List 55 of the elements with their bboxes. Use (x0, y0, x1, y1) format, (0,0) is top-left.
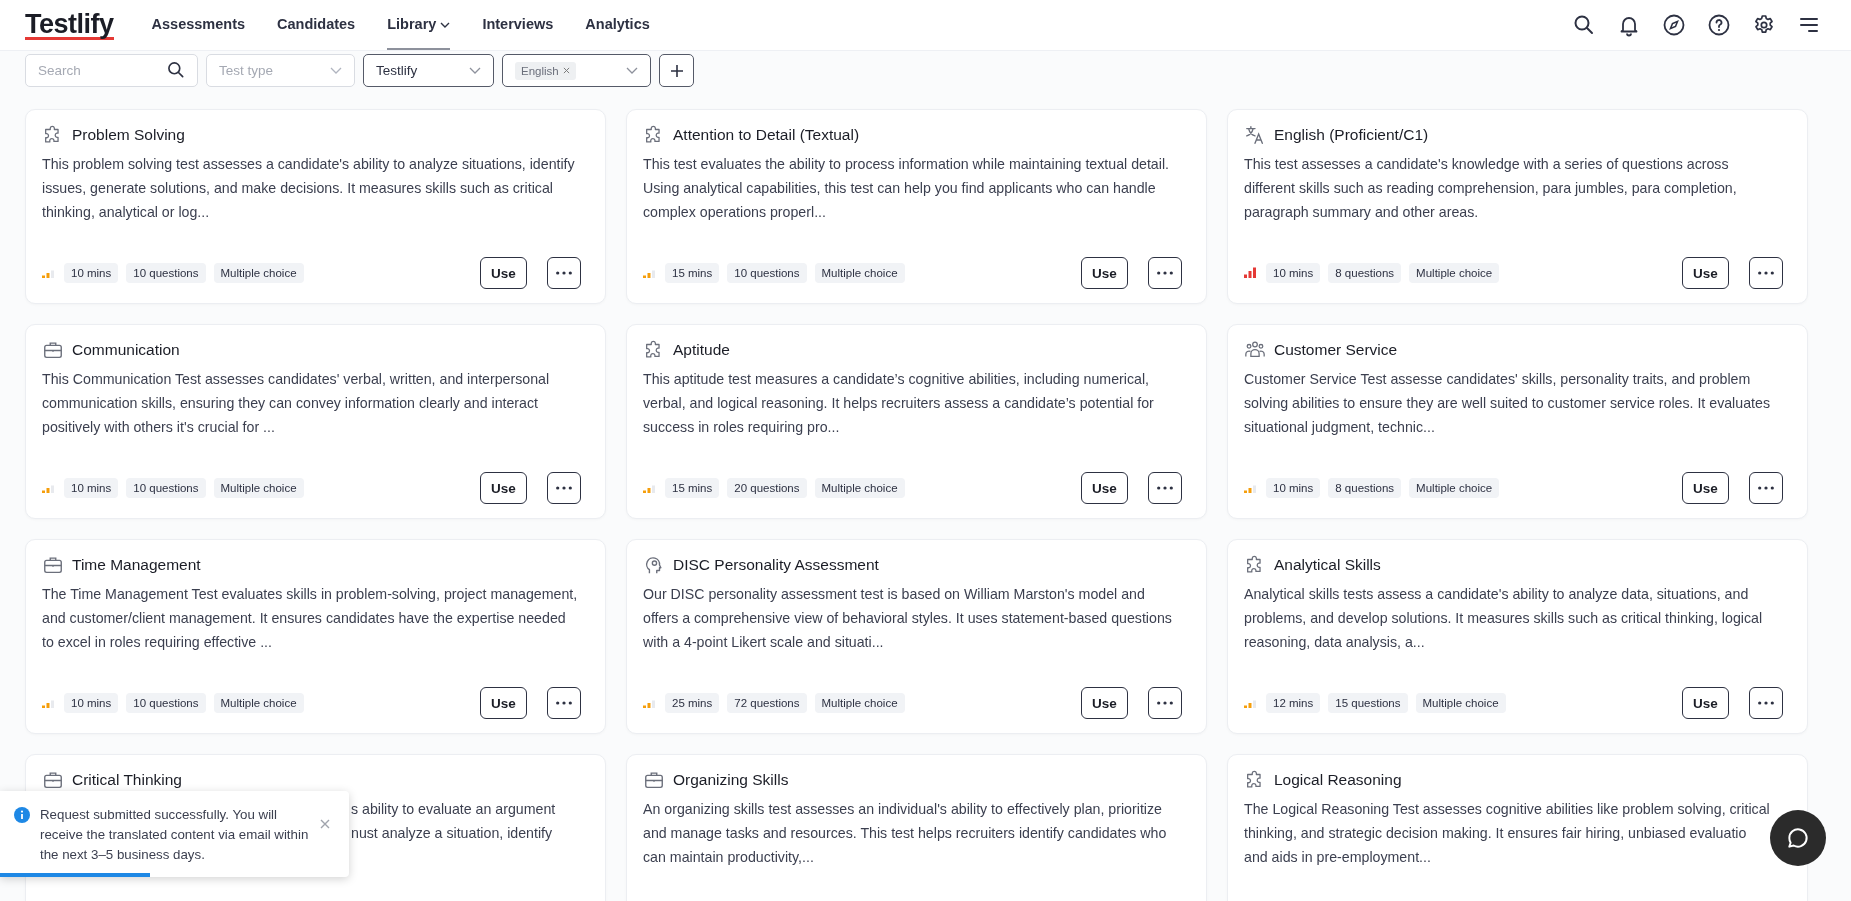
tag: 15 mins (665, 263, 720, 283)
tag: 25 mins (665, 693, 720, 713)
card-title: Customer Service (1274, 341, 1398, 359)
tag: 10 questions (126, 478, 206, 498)
card-title: English (Proficient/C1) (1274, 126, 1429, 144)
tag: 12 mins (1266, 693, 1321, 713)
tag: Multiple choice (213, 478, 304, 498)
card-description: This test assesses a candidate's knowledge with a series of questions across different skills such as reading comprehension, para jumbles, para completion, paragraph summary and other areas. (1244, 155, 1738, 222)
tag: Multiple choice (814, 263, 905, 283)
card-title: Organizing Skills (673, 771, 789, 789)
card-title: Critical Thinking (72, 771, 182, 789)
card-description: Our DISC personality assessment test is based on William Marston's model and offers a comprehensive view of behavioral styles. It uses statement-based questions with a 4-point Likert scale and situati... (643, 585, 1173, 652)
tag: Multiple choice (213, 693, 304, 713)
tag: 10 mins (64, 263, 119, 283)
card-description: This problem solving test assesses a candidate's ability to analyze situations, identify issues, generate solutions, and make decisions. It measures skills such as critical thinking, analytical or log... (42, 155, 576, 222)
tag: 8 questions (1328, 263, 1402, 283)
tag: Multiple choice (814, 693, 905, 713)
tag: 20 questions (727, 478, 807, 498)
card-title: Aptitude (673, 341, 730, 359)
card-title: Time Management (72, 556, 201, 574)
toast-message: Request submitted successfully. You will receive the translated content via email within the next 3–5 business days. (40, 806, 310, 864)
tag: Multiple choice (814, 478, 905, 498)
card-description: This Communication Test assesses candidates' verbal, written, and interpersonal communication skills, ensuring they can convey information clearly and interact positively with others it's crucial for ... (42, 370, 551, 437)
card-title: Analytical Skills (1274, 556, 1381, 574)
tag: 10 mins (64, 693, 119, 713)
card-description: Customer Service Test assesse candidates' skills, personality traits, and problem solving abilities to ensure they are well suited to customer service roles. It evaluates situational judgment, technic... (1244, 370, 1771, 437)
card-description-fragment: nust analyze a situation, identify (351, 824, 554, 843)
card-title: DISC Personality Assessment (673, 556, 879, 574)
card-title: Attention to Detail (Textual) (673, 126, 860, 144)
card-description-line: thinking, and strategic decision making. It ensures fair hiring, unbiased evaluatio (1244, 824, 1748, 843)
tag: 10 mins (64, 478, 119, 498)
card-description: An organizing skills test assesses an individual's ability to effectively plan, prioritize and manage tasks and resources. This test helps recruiters identify candidates who can maintain productivity,... (643, 800, 1168, 867)
tag: 15 questions (1328, 693, 1408, 713)
tag: 72 questions (727, 693, 807, 713)
card-description: This test evaluates the ability to process information while maintaining textual detail. Using analytical capabilities, this test can help you find applicants who can handle complex operations properl... (643, 155, 1170, 222)
tag: 10 questions (727, 263, 807, 283)
card-description-line: and aids in pre-employment... (1244, 848, 1432, 867)
tag: Multiple choice (1409, 478, 1500, 498)
card-description: This aptitude test measures a candidate’s cognitive abilities, including numerical, verbal, and logical reasoning. It helps recruiters assess a candidate’s potential for success in roles requiring pro... (643, 370, 1155, 437)
tag: 10 questions (126, 693, 206, 713)
tag: Multiple choice (1415, 693, 1506, 713)
tag: 10 questions (126, 263, 206, 283)
card-title: Problem Solving (72, 126, 185, 144)
tag: 10 mins (1266, 263, 1321, 283)
tag: 10 mins (1266, 478, 1321, 498)
tag: Multiple choice (213, 263, 304, 283)
card-description: The Time Management Test evaluates skills in problem-solving, project management, and customer/client management. It ensures candidates have the expertise needed to excel in roles requiring effective ... (42, 585, 579, 652)
card-description-fragment: s ability to evaluate an argument (351, 800, 557, 819)
card-description-line: The Logical Reasoning Test assesses cognitive abilities like problem solving, critical (1244, 800, 1771, 819)
tag: 8 questions (1328, 478, 1402, 498)
card-title: Logical Reasoning (1274, 771, 1402, 789)
card-title: Communication (72, 341, 180, 359)
card-description: Analytical skills tests assess a candidate's ability to analyze data, situations, and problems, and develop solutions. It measures skills such as critical thinking, logical reasoning, data analysis, a... (1244, 585, 1764, 652)
tag: 15 mins (665, 478, 720, 498)
tag: Multiple choice (1409, 263, 1500, 283)
